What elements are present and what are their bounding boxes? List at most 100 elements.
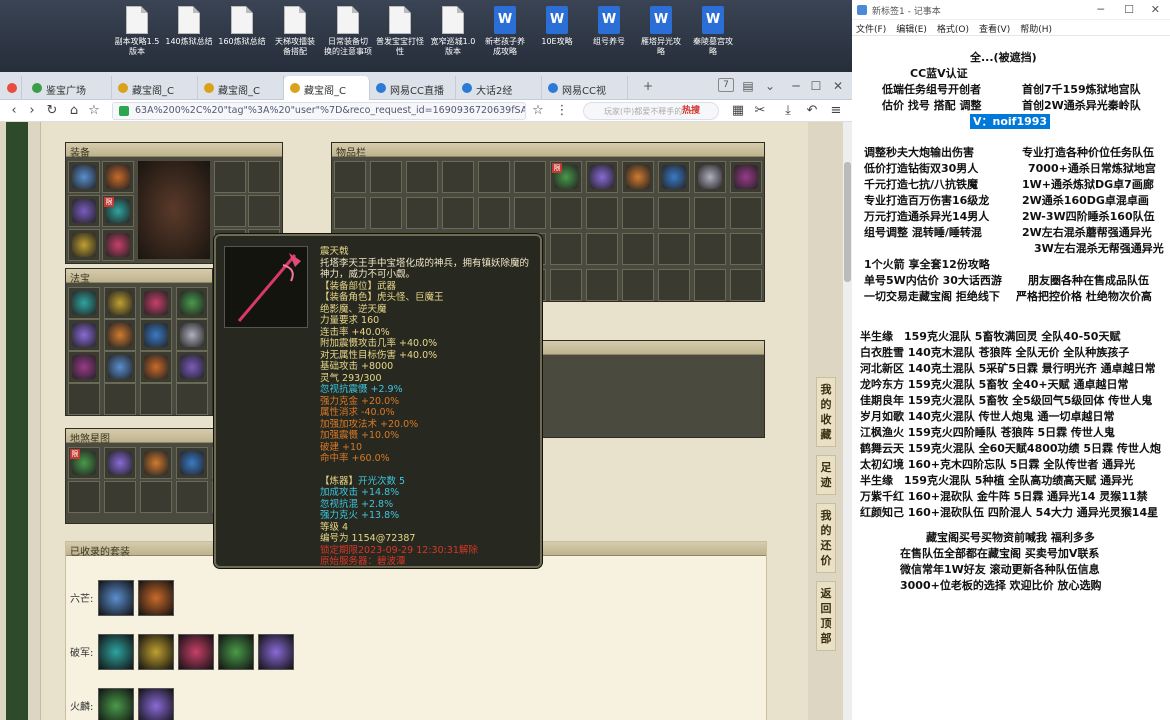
close-icon[interactable]: ✕	[1151, 3, 1160, 16]
suit-item[interactable]	[218, 634, 254, 670]
desktop-icon[interactable]: 日常装备切 换的注意事项	[323, 6, 373, 57]
item-slot[interactable]	[104, 319, 136, 351]
browser-tab[interactable]: 藏宝阁_C	[112, 76, 198, 100]
item-slot[interactable]	[370, 197, 402, 229]
item-slot[interactable]	[658, 269, 690, 301]
desktop-icon[interactable]: 普发宝宝打怪 性	[375, 6, 425, 57]
item-slot[interactable]: 限	[550, 161, 582, 193]
item-slot[interactable]	[550, 197, 582, 229]
close-icon[interactable]: ✕	[830, 78, 846, 94]
item-slot[interactable]	[550, 269, 582, 301]
item-slot[interactable]	[68, 351, 100, 383]
item-slot[interactable]	[586, 197, 618, 229]
item-slot[interactable]	[406, 161, 438, 193]
item-slot[interactable]	[176, 319, 208, 351]
new-tab-button[interactable]: +	[640, 78, 656, 94]
item-slot[interactable]	[406, 197, 438, 229]
maximize-icon[interactable]: ☐	[1124, 3, 1134, 16]
browser-tab[interactable]: 网易CC直播	[370, 76, 456, 100]
scissors-icon[interactable]: ✂	[752, 103, 768, 119]
item-slot[interactable]	[140, 351, 172, 383]
item-slot[interactable]	[514, 197, 546, 229]
side-button[interactable]: 我的收藏	[816, 377, 836, 447]
item-slot[interactable]	[694, 269, 726, 301]
desktop-icon[interactable]: W 组号养号	[584, 6, 634, 47]
suit-item[interactable]	[98, 580, 134, 616]
minimize-icon[interactable]: ─	[1097, 3, 1104, 16]
browser-tab[interactable]: 藏宝阁_C	[284, 76, 370, 100]
notepad-menu-item[interactable]: 格式(O)	[937, 25, 969, 35]
item-slot[interactable]	[140, 287, 172, 319]
suit-item[interactable]	[258, 634, 294, 670]
item-slot[interactable]	[104, 287, 136, 319]
item-slot[interactable]	[586, 269, 618, 301]
item-slot[interactable]	[730, 269, 762, 301]
item-slot[interactable]	[550, 233, 582, 265]
item-slot[interactable]	[68, 319, 100, 351]
item-slot[interactable]	[586, 161, 618, 193]
item-slot[interactable]	[478, 161, 510, 193]
item-slot[interactable]	[68, 287, 100, 319]
desktop-icon[interactable]: W 秦陵墓宫攻 略	[688, 6, 738, 57]
suit-item[interactable]	[178, 634, 214, 670]
item-slot[interactable]	[586, 233, 618, 265]
menu-icon[interactable]: ≡	[828, 103, 844, 119]
more-icon[interactable]: ⋮	[554, 103, 570, 119]
item-slot[interactable]	[140, 319, 172, 351]
item-slot[interactable]	[248, 161, 280, 193]
desktop-icon[interactable]: 160炼狱总结	[217, 6, 267, 47]
browser-tab[interactable]: 网易CC视	[542, 76, 628, 100]
hot-search-label[interactable]: 热搜	[682, 103, 700, 116]
suit-item[interactable]	[138, 580, 174, 616]
reload-icon[interactable]: ↻	[44, 103, 60, 119]
item-slot[interactable]	[334, 197, 366, 229]
scrollbar[interactable]	[843, 122, 852, 720]
item-slot[interactable]	[622, 269, 654, 301]
item-slot[interactable]	[68, 229, 100, 261]
item-slot[interactable]	[140, 447, 172, 479]
browser-tab[interactable]: 鉴宝广场	[26, 76, 112, 100]
item-slot[interactable]	[214, 161, 246, 193]
desktop-icon[interactable]: W 新老孩子养 成攻略	[480, 6, 530, 57]
item-slot[interactable]	[104, 481, 136, 513]
maximize-icon[interactable]: ☐	[808, 78, 824, 94]
notepad-menu-item[interactable]: 文件(F)	[856, 25, 886, 35]
suit-item[interactable]	[138, 634, 174, 670]
item-slot[interactable]	[176, 481, 208, 513]
item-slot[interactable]	[68, 161, 100, 193]
apps-icon[interactable]: ▦	[730, 103, 746, 119]
item-slot[interactable]	[478, 197, 510, 229]
item-slot[interactable]	[68, 481, 100, 513]
item-slot[interactable]	[102, 229, 134, 261]
tab-count-badge[interactable]: 7	[718, 78, 734, 92]
item-slot[interactable]	[140, 383, 172, 415]
item-slot[interactable]	[68, 383, 100, 415]
item-slot[interactable]	[622, 233, 654, 265]
page-icon[interactable]: ▤	[740, 78, 756, 94]
item-slot[interactable]	[694, 233, 726, 265]
item-slot[interactable]: 限	[102, 195, 134, 227]
side-button[interactable]: 足迹	[816, 455, 836, 495]
item-slot[interactable]	[730, 233, 762, 265]
suit-item[interactable]	[138, 688, 174, 720]
item-slot[interactable]	[176, 351, 208, 383]
item-slot[interactable]: 限	[68, 447, 100, 479]
star-icon[interactable]: ☆	[530, 103, 546, 119]
item-slot[interactable]	[176, 383, 208, 415]
suit-item[interactable]	[98, 634, 134, 670]
item-slot[interactable]	[334, 161, 366, 193]
notepad-menu-item[interactable]: 帮助(H)	[1020, 25, 1052, 35]
item-slot[interactable]	[658, 197, 690, 229]
item-slot[interactable]	[658, 233, 690, 265]
item-slot[interactable]	[104, 351, 136, 383]
item-slot[interactable]	[104, 383, 136, 415]
forward-icon[interactable]: ›	[24, 103, 40, 119]
item-slot[interactable]	[102, 161, 134, 193]
item-slot[interactable]	[176, 447, 208, 479]
desktop-icon[interactable]: W 10E攻略	[532, 6, 582, 47]
item-slot[interactable]	[140, 481, 172, 513]
item-slot[interactable]	[622, 197, 654, 229]
url-field[interactable]: 63A%200%2C%20"tag"%3A%20"user"%7D&reco_r…	[112, 102, 526, 120]
desktop-icon[interactable]: 宽窄巡城1.0 版本	[428, 6, 478, 57]
desktop-icon[interactable]: 天梯攻擂装 备搭配	[270, 6, 320, 57]
